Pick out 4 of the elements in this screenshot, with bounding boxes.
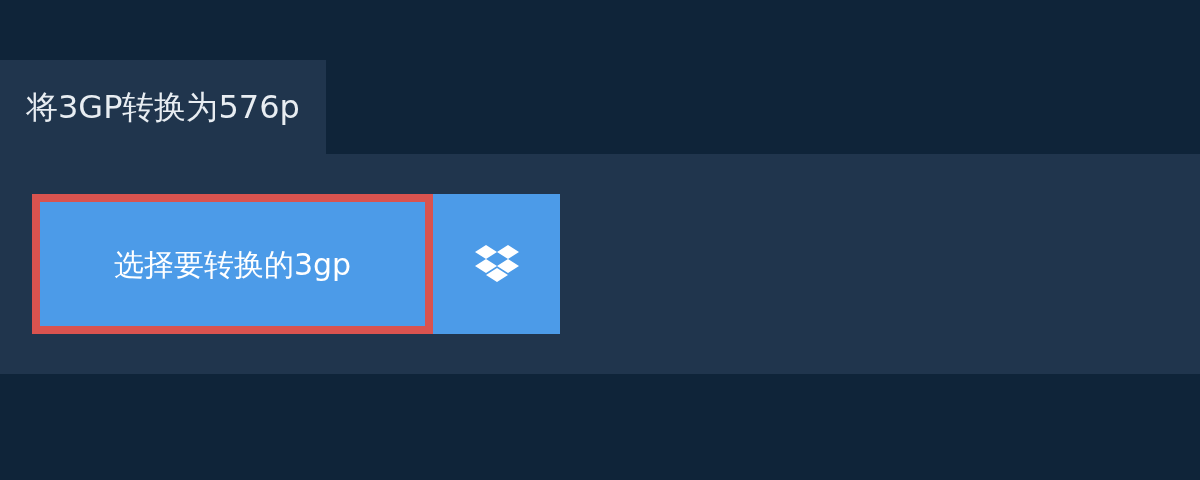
tab[interactable]: 将3GP转换为576p: [0, 60, 326, 154]
dropbox-icon: [474, 245, 519, 283]
dropbox-button[interactable]: [433, 194, 560, 334]
tab-title: 将3GP转换为576p: [26, 87, 300, 128]
